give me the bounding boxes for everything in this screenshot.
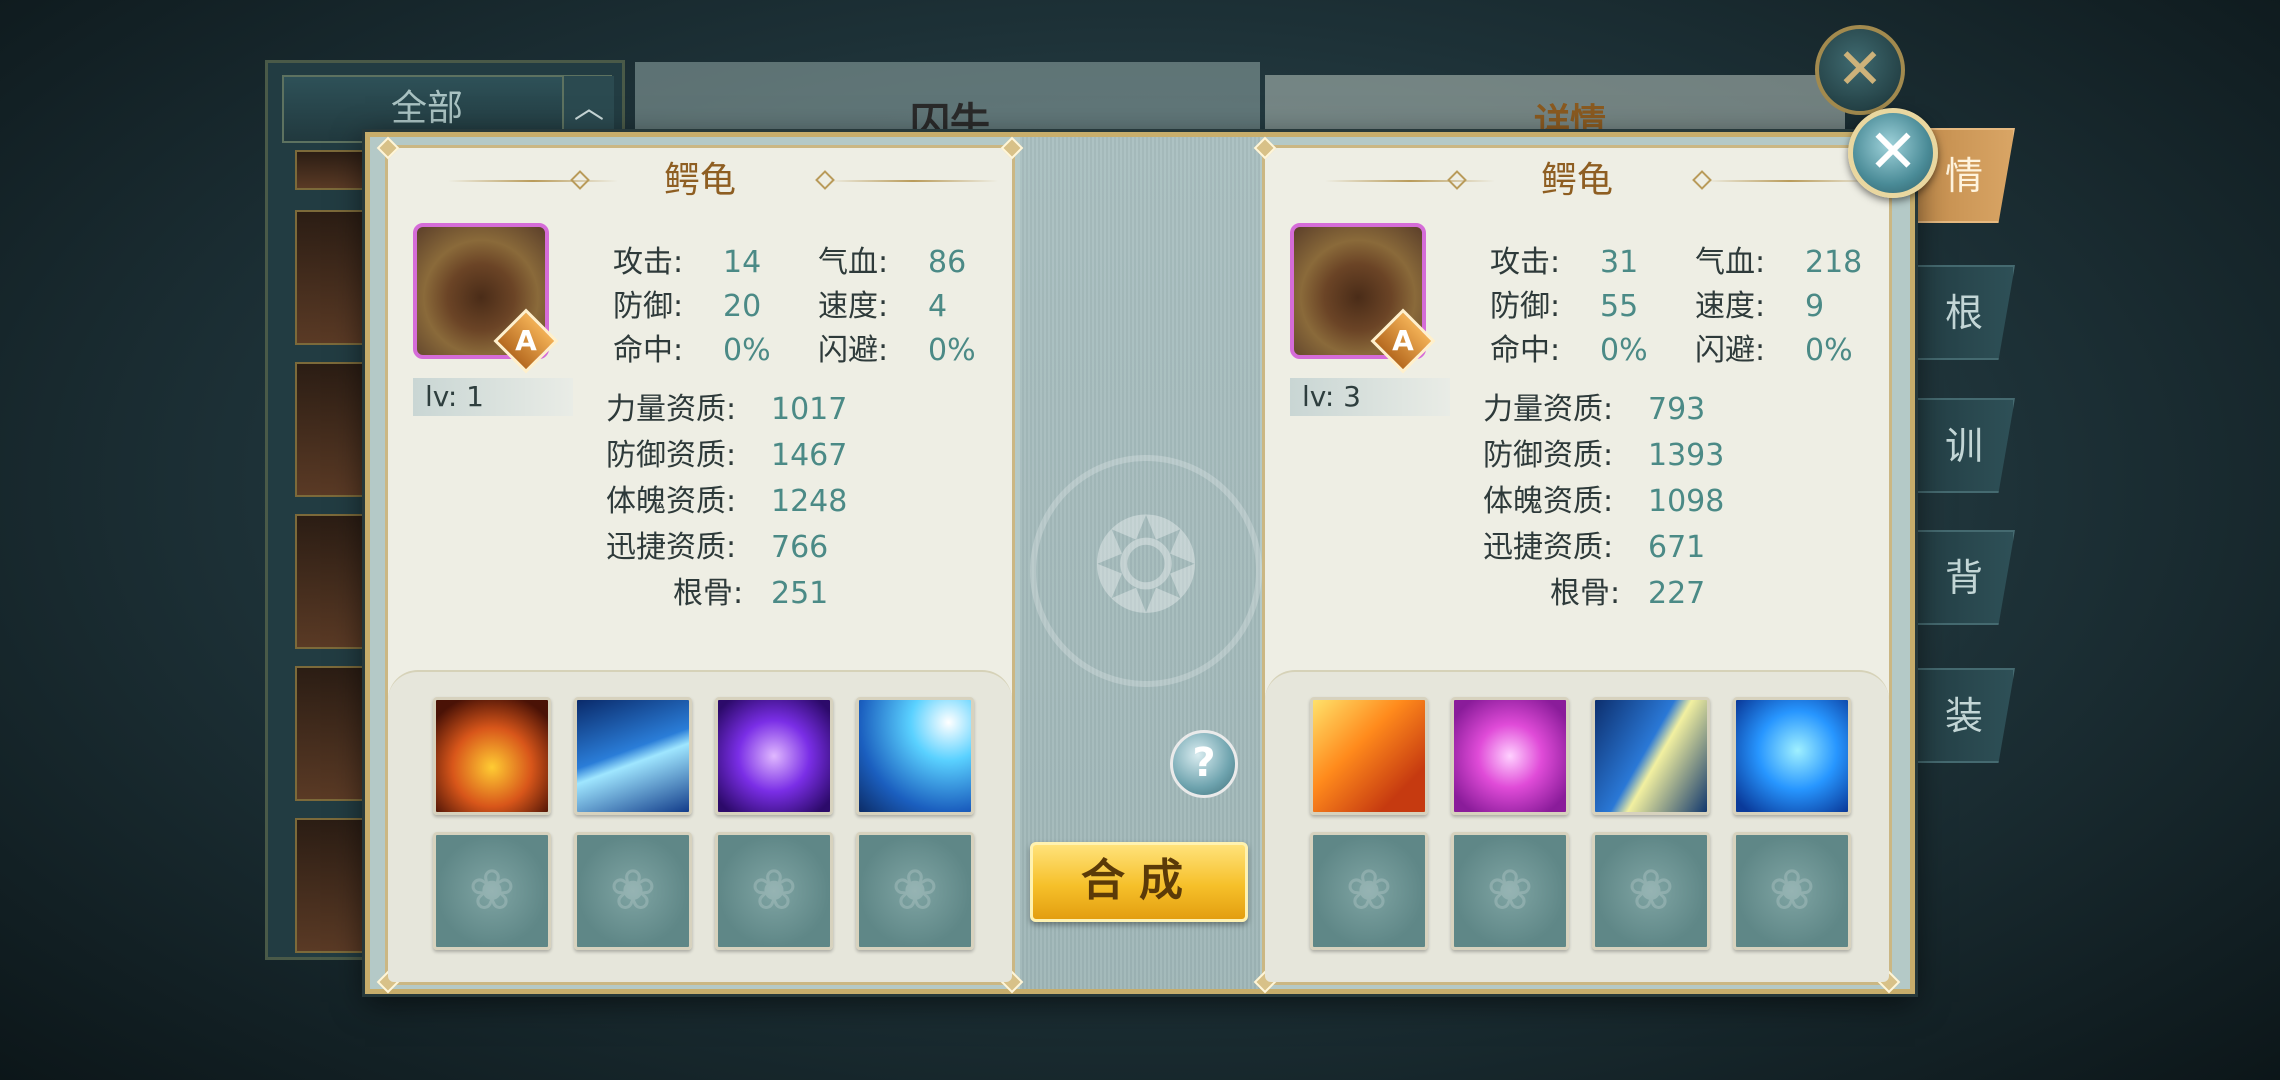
dragon-emblem-icon: ❂: [1030, 455, 1262, 687]
tab-train[interactable]: 训 养: [1905, 398, 2015, 493]
pet-name: 鳄龟: [1540, 160, 1613, 201]
help-button[interactable]: ?: [1170, 730, 1238, 798]
hp-label: 气血:: [818, 245, 889, 280]
speed-value: 4: [928, 289, 948, 324]
crescent-slash-skill-icon[interactable]: [1592, 697, 1710, 815]
skill-grid: [388, 670, 1012, 982]
empty-skill-slot[interactable]: [574, 832, 692, 950]
defense-value: 55: [1600, 289, 1639, 324]
attack-label: 攻击:: [1490, 245, 1561, 280]
ice-spikes-skill-icon[interactable]: [574, 697, 692, 815]
defense-label: 防御:: [613, 289, 684, 324]
hit-label: 命中:: [1490, 333, 1561, 368]
background-close-icon[interactable]: ✕: [1815, 25, 1905, 115]
dodge-label: 闪避:: [818, 333, 889, 368]
tab-root-train[interactable]: 根 养: [1905, 265, 2015, 360]
attack-value: 14: [723, 245, 762, 280]
defense-aptitude-label: 防御资质:: [1483, 438, 1614, 473]
close-icon[interactable]: ✕: [1848, 108, 1938, 198]
skill-grid: [1265, 670, 1889, 982]
blue-beast-skill-icon[interactable]: [1733, 697, 1851, 815]
rank-letter: A: [1392, 324, 1414, 357]
defense-value: 20: [723, 289, 762, 324]
lightning-skill-icon[interactable]: [856, 697, 974, 815]
pet-level: lv: 1: [413, 378, 573, 416]
empty-skill-slot[interactable]: [1310, 832, 1428, 950]
bone-value: 227: [1648, 576, 1706, 611]
dodge-label: 闪避:: [1695, 333, 1766, 368]
bone-value: 251: [771, 576, 829, 611]
speed-label: 速度:: [818, 289, 889, 324]
physique-aptitude-label: 体魄资质:: [1483, 484, 1614, 519]
physique-aptitude-value: 1248: [771, 484, 848, 519]
empty-skill-slot[interactable]: [1451, 832, 1569, 950]
empty-skill-slot[interactable]: [1733, 832, 1851, 950]
pet-level: lv: 3: [1290, 378, 1450, 416]
dodge-value: 0%: [928, 333, 976, 368]
bone-label: 根骨:: [673, 576, 744, 611]
physique-aptitude-label: 体魄资质:: [606, 484, 737, 519]
purple-vortex-skill-icon[interactable]: [715, 697, 833, 815]
empty-skill-slot[interactable]: [715, 832, 833, 950]
hp-label: 气血:: [1695, 245, 1766, 280]
pet-name: 鳄龟: [663, 160, 736, 201]
rank-letter: A: [515, 324, 537, 357]
agility-aptitude-label: 迅捷资质:: [606, 530, 737, 565]
speed-label: 速度:: [1695, 289, 1766, 324]
hp-value: 86: [928, 245, 967, 280]
attack-label: 攻击:: [613, 245, 684, 280]
defense-aptitude-value: 1467: [771, 438, 848, 473]
bone-label: 根骨:: [1550, 576, 1621, 611]
strength-aptitude-label: 力量资质:: [606, 392, 737, 427]
fire-beast-skill-icon[interactable]: [433, 697, 551, 815]
agility-aptitude-value: 671: [1648, 530, 1706, 565]
physique-aptitude-value: 1098: [1648, 484, 1725, 519]
strength-aptitude-value: 793: [1648, 392, 1706, 427]
empty-skill-slot[interactable]: [1592, 832, 1710, 950]
right-pet-card: 鳄龟 A lv: 3 攻击: 31 气血: 218 防御: 55 速度: 9 命…: [1253, 136, 1901, 994]
empty-skill-slot[interactable]: [856, 832, 974, 950]
flame-claw-skill-icon[interactable]: [1310, 697, 1428, 815]
hp-value: 218: [1805, 245, 1863, 280]
agility-aptitude-label: 迅捷资质:: [1483, 530, 1614, 565]
strength-aptitude-value: 1017: [771, 392, 848, 427]
left-pet-card: 鳄龟 A lv: 1 攻击: 14 气血: 86 防御: 20 速度: 4 命中…: [376, 136, 1024, 994]
tab-bag[interactable]: 背 包: [1905, 530, 2015, 625]
defense-label: 防御:: [1490, 289, 1561, 324]
hit-label: 命中:: [613, 333, 684, 368]
strength-aptitude-label: 力量资质:: [1483, 392, 1614, 427]
tab-equipment[interactable]: 装 备: [1905, 668, 2015, 763]
attack-value: 31: [1600, 245, 1639, 280]
defense-aptitude-label: 防御资质:: [606, 438, 737, 473]
speed-value: 9: [1805, 289, 1825, 324]
defense-aptitude-value: 1393: [1648, 438, 1725, 473]
hit-value: 0%: [1600, 333, 1648, 368]
hit-value: 0%: [723, 333, 771, 368]
empty-skill-slot[interactable]: [433, 832, 551, 950]
merge-button[interactable]: 合成: [1030, 842, 1248, 922]
agility-aptitude-value: 766: [771, 530, 829, 565]
shield-skill-icon[interactable]: [1451, 697, 1569, 815]
dodge-value: 0%: [1805, 333, 1853, 368]
